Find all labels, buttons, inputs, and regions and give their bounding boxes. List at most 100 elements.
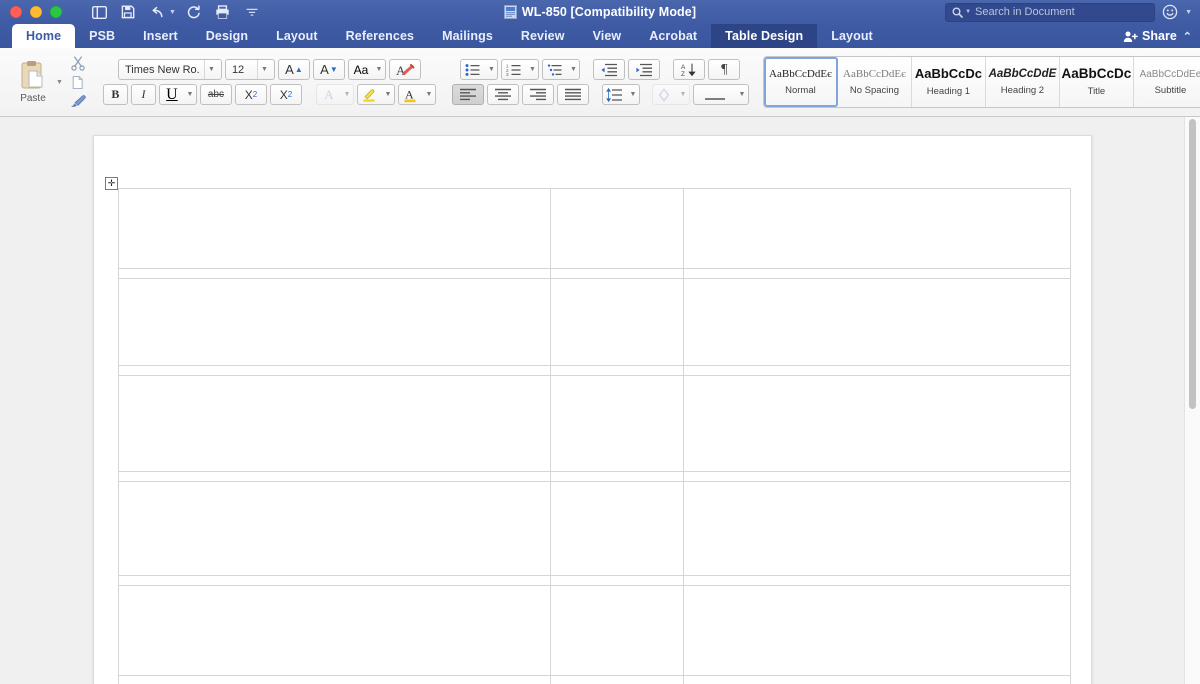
- tab-view[interactable]: View: [579, 24, 636, 48]
- underline-button[interactable]: U ▼: [158, 84, 197, 105]
- tab-insert[interactable]: Insert: [129, 24, 192, 48]
- table-cell[interactable]: [550, 268, 684, 279]
- tab-psb[interactable]: PSB: [75, 24, 129, 48]
- vertical-scrollbar-thumb[interactable]: [1189, 119, 1196, 409]
- redo-icon[interactable]: [181, 2, 207, 22]
- tab-layout[interactable]: Layout: [262, 24, 332, 48]
- scissors-icon[interactable]: [70, 56, 86, 71]
- table-cell[interactable]: [550, 188, 684, 269]
- bullets-caret-icon[interactable]: ▼: [485, 60, 497, 79]
- tab-references[interactable]: References: [332, 24, 428, 48]
- table-cell[interactable]: [118, 365, 551, 376]
- table-cell[interactable]: [118, 471, 551, 482]
- table-cell[interactable]: [683, 675, 1071, 684]
- table-cell[interactable]: [550, 575, 684, 586]
- borders-button[interactable]: ▼: [692, 84, 749, 105]
- chevron-up-icon[interactable]: ⌃: [1183, 30, 1192, 43]
- style-heading-2[interactable]: AaBbCcDdE Heading 2: [985, 57, 1060, 107]
- table-cell[interactable]: [550, 375, 684, 472]
- save-icon[interactable]: [115, 2, 141, 22]
- numbering-caret-icon[interactable]: ▼: [526, 60, 538, 79]
- table-cell[interactable]: [550, 471, 684, 482]
- paste-button[interactable]: Paste: [10, 60, 56, 104]
- zoom-window-button[interactable]: [50, 6, 62, 18]
- strikethrough-button[interactable]: abc: [199, 84, 232, 105]
- font-name-combobox[interactable]: Times New Ro... ▼: [117, 59, 222, 80]
- tab-design[interactable]: Design: [192, 24, 262, 48]
- table-cell[interactable]: [118, 675, 551, 684]
- table-row[interactable]: [118, 675, 1071, 684]
- line-spacing-button[interactable]: ▼: [601, 84, 640, 105]
- show-formatting-marks-button[interactable]: ¶: [708, 59, 741, 80]
- table-cell[interactable]: [683, 268, 1071, 279]
- table-cell[interactable]: [118, 278, 551, 366]
- style-no-spacing[interactable]: AaBbCcDdEє No Spacing: [837, 57, 912, 107]
- table-cell[interactable]: [550, 585, 684, 676]
- document-table[interactable]: [118, 188, 1071, 684]
- close-window-button[interactable]: [10, 6, 22, 18]
- font-size-caret-icon[interactable]: ▼: [257, 60, 271, 79]
- undo-icon[interactable]: [144, 2, 170, 22]
- table-cell[interactable]: [683, 481, 1071, 576]
- font-name-caret-icon[interactable]: ▼: [204, 60, 218, 79]
- table-row[interactable]: [118, 278, 1071, 366]
- highlight-color-button[interactable]: ▼: [356, 84, 395, 105]
- copy-icon[interactable]: [70, 75, 85, 90]
- minimize-window-button[interactable]: [30, 6, 42, 18]
- sidebar-toggle-icon[interactable]: [86, 2, 112, 22]
- shading-button[interactable]: ▼: [651, 84, 690, 105]
- change-case-button[interactable]: Aa ▼: [347, 59, 386, 80]
- table-row[interactable]: [118, 188, 1071, 269]
- table-row[interactable]: [118, 481, 1071, 576]
- multilevel-caret-icon[interactable]: ▼: [567, 60, 579, 79]
- table-cell[interactable]: [118, 585, 551, 676]
- numbering-button[interactable]: 123 ▼: [501, 59, 540, 80]
- table-row[interactable]: [118, 585, 1071, 676]
- superscript-button[interactable]: X2: [269, 84, 302, 105]
- tab-home[interactable]: Home: [12, 24, 76, 48]
- clear-formatting-button[interactable]: A: [388, 59, 421, 80]
- style-heading-1[interactable]: AaBbCcDc Heading 1: [911, 57, 986, 107]
- table-row[interactable]: [118, 375, 1071, 472]
- align-center-button[interactable]: [486, 84, 519, 105]
- customize-toolbar-icon[interactable]: [239, 2, 265, 22]
- borders-caret-icon[interactable]: ▼: [736, 85, 748, 104]
- table-cell[interactable]: [683, 188, 1071, 269]
- sort-button[interactable]: AZ: [673, 59, 706, 80]
- table-cell[interactable]: [118, 375, 551, 472]
- table-cell[interactable]: [118, 575, 551, 586]
- table-cell[interactable]: [550, 365, 684, 376]
- highlight-caret-icon[interactable]: ▼: [382, 85, 394, 104]
- tab-acrobat[interactable]: Acrobat: [635, 24, 711, 48]
- font-color-button[interactable]: A ▼: [397, 84, 436, 105]
- table-row[interactable]: [118, 365, 1071, 376]
- table-cell[interactable]: [118, 268, 551, 279]
- undo-dropdown-caret-icon[interactable]: ▼: [169, 9, 176, 16]
- grow-font-button[interactable]: A ▲: [277, 59, 310, 80]
- text-effects-button[interactable]: A ▼: [315, 84, 354, 105]
- document-canvas[interactable]: ✛: [0, 117, 1200, 684]
- change-case-caret-icon[interactable]: ▼: [373, 60, 385, 79]
- multilevel-list-button[interactable]: ▼: [542, 59, 581, 80]
- table-row[interactable]: [118, 575, 1071, 586]
- tab-review[interactable]: Review: [507, 24, 579, 48]
- style-subtitle[interactable]: AaBbCcDdEe Subtitle: [1133, 57, 1200, 107]
- tab-mailings[interactable]: Mailings: [428, 24, 507, 48]
- print-icon[interactable]: [210, 2, 236, 22]
- align-right-button[interactable]: [521, 84, 554, 105]
- shrink-font-button[interactable]: A ▼: [312, 59, 345, 80]
- style-normal[interactable]: AaBbCcDdEє Normal: [763, 57, 838, 107]
- document-page[interactable]: ✛: [93, 135, 1092, 684]
- share-button[interactable]: Share: [1123, 29, 1177, 43]
- underline-caret-icon[interactable]: ▼: [184, 85, 196, 104]
- search-options-caret-icon[interactable]: ▼: [965, 9, 971, 15]
- vertical-scrollbar[interactable]: [1184, 117, 1200, 684]
- table-cell[interactable]: [683, 575, 1071, 586]
- italic-button[interactable]: I: [130, 84, 156, 105]
- bullets-button[interactable]: ▼: [460, 59, 499, 80]
- font-color-caret-icon[interactable]: ▼: [423, 85, 435, 104]
- table-cell[interactable]: [683, 375, 1071, 472]
- table-row[interactable]: [118, 471, 1071, 482]
- subscript-button[interactable]: X2: [234, 84, 267, 105]
- justify-button[interactable]: [556, 84, 589, 105]
